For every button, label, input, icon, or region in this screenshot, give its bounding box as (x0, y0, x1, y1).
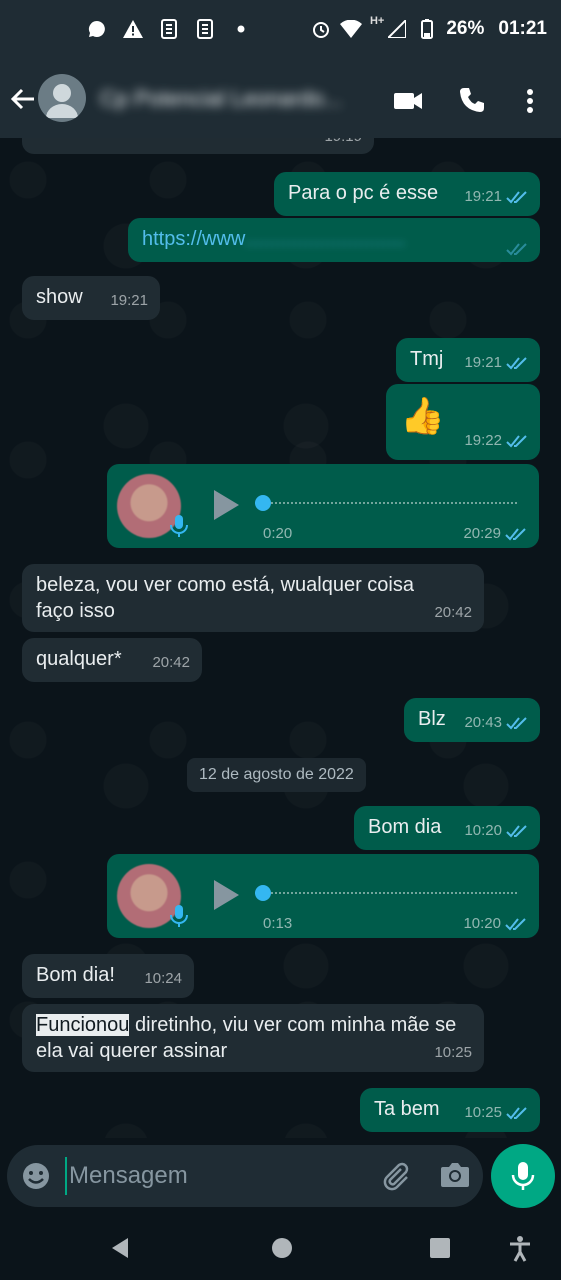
message-incoming[interactable]: Bom dia! 10:24 (22, 954, 194, 998)
audio-progress-track[interactable] (255, 502, 517, 504)
notification-icons (86, 18, 252, 40)
blurred-link-text: ............................. (244, 228, 406, 250)
warning-icon (122, 18, 144, 40)
message-text: show (36, 286, 83, 308)
system-nav-bar (0, 1214, 561, 1280)
voice-message[interactable]: 0:20 20:29 (107, 464, 539, 548)
message-incoming[interactable]: Funcionou diretinho, viu ver com minha m… (22, 1004, 484, 1072)
system-icons: H+ 26% 01:21 (310, 15, 547, 40)
message-composer (7, 1145, 483, 1207)
attach-icon[interactable] (381, 1161, 411, 1191)
date-separator: 12 de agosto de 2022 (187, 758, 366, 792)
message-time: 19:22 (464, 428, 528, 454)
read-ticks-icon (506, 717, 527, 730)
read-ticks-icon (505, 527, 526, 540)
signal-icon (386, 18, 408, 40)
read-ticks-icon (506, 191, 527, 204)
message-outgoing[interactable]: Para o pc é esse 19:21 (274, 172, 540, 216)
message-time: 10:20 (463, 915, 527, 932)
read-ticks-icon (506, 1107, 527, 1120)
message-text: Blz (418, 708, 446, 730)
voice-record-button[interactable] (491, 1144, 555, 1208)
avatar[interactable] (38, 74, 86, 122)
play-icon[interactable] (211, 488, 241, 522)
wifi-icon (339, 18, 362, 40)
message-time: 19:21 (464, 184, 528, 210)
mic-icon (169, 904, 189, 928)
mic-icon (511, 1162, 535, 1190)
audio-progress-track[interactable] (255, 892, 517, 894)
app-notification-icon (194, 18, 216, 40)
camera-icon[interactable] (439, 1161, 471, 1191)
audio-duration: 0:20 (263, 525, 293, 542)
message-text: Tmj (410, 348, 444, 370)
status-bar: H+ 26% 01:21 (0, 0, 561, 62)
message-text: beleza, vou ver como está, wualquer cois… (36, 574, 414, 622)
voice-message[interactable]: 0:13 10:20 (107, 854, 539, 938)
audio-duration: 0:13 (263, 915, 293, 932)
chat-header: Cp Potencial Leonardo... (0, 62, 561, 138)
thumbs-up-emoji: 👍 (400, 395, 445, 436)
nav-home-icon[interactable] (270, 1236, 294, 1260)
audio-seek-knob[interactable] (255, 495, 271, 511)
message-time: 19:19 (324, 138, 362, 150)
message-input[interactable] (65, 1157, 365, 1195)
message-time: 20:42 (152, 654, 190, 671)
message-time: 20:29 (463, 525, 527, 542)
contact-name[interactable]: Cp Potencial Leonardo... (100, 86, 370, 112)
message-incoming[interactable]: show 19:21 (22, 276, 160, 320)
message-incoming[interactable]: qualquer* 20:42 (22, 638, 202, 682)
message-outgoing-link[interactable]: https://www............................. (128, 218, 540, 262)
message-incoming[interactable]: 19:19 (22, 138, 374, 154)
message-time: 10:25 (464, 1100, 528, 1126)
message-text: Para o pc é esse (288, 182, 439, 204)
video-call-icon[interactable] (392, 86, 422, 116)
app-notification-icon (158, 18, 180, 40)
emoji-icon[interactable] (21, 1161, 51, 1191)
message-link[interactable]: https://www (142, 228, 244, 250)
nav-recents-icon[interactable] (428, 1236, 452, 1260)
mic-icon (169, 514, 189, 538)
message-time: 19:21 (110, 292, 148, 309)
message-time: 20:42 (434, 604, 472, 621)
message-text: qualquer* (36, 648, 122, 670)
read-ticks-icon (506, 357, 527, 370)
whatsapp-notification-icon (86, 18, 108, 40)
dot-icon (230, 18, 252, 40)
message-outgoing-emoji[interactable]: 👍 19:22 (386, 384, 540, 460)
battery-percent: 26% (446, 18, 485, 39)
read-ticks-icon (506, 243, 527, 256)
message-time: 20:43 (464, 710, 528, 736)
selected-text: Funcionou (36, 1014, 130, 1036)
more-vert-icon[interactable] (518, 86, 548, 116)
read-ticks-icon (505, 917, 526, 930)
message-text: Funcionou diretinho, viu ver com minha m… (36, 1014, 457, 1062)
message-time (506, 242, 528, 256)
message-outgoing[interactable]: Blz 20:43 (404, 698, 540, 742)
back-arrow-icon[interactable] (8, 84, 38, 114)
message-time: 10:25 (434, 1044, 472, 1061)
network-type: H+ (369, 15, 385, 27)
read-ticks-icon (506, 435, 527, 448)
phone-icon[interactable] (458, 86, 488, 116)
alarm-icon (310, 18, 332, 40)
accessibility-icon[interactable] (508, 1236, 532, 1262)
message-text: Ta bem (374, 1098, 440, 1120)
message-text: Bom dia (368, 816, 442, 838)
audio-seek-knob[interactable] (255, 885, 271, 901)
message-time: 10:24 (144, 970, 182, 987)
battery-icon (416, 18, 438, 40)
chat-area[interactable]: 19:19 Para o pc é esse 19:21 https://www… (0, 138, 561, 1138)
message-text: Bom dia! (36, 964, 115, 986)
message-outgoing[interactable]: Ta bem 10:25 (360, 1088, 540, 1132)
read-ticks-icon (506, 825, 527, 838)
message-outgoing[interactable]: Bom dia 10:20 (354, 806, 540, 850)
play-icon[interactable] (211, 878, 241, 912)
message-time: 10:20 (464, 818, 528, 844)
message-outgoing[interactable]: Tmj 19:21 (396, 338, 540, 382)
message-incoming[interactable]: beleza, vou ver como está, wualquer cois… (22, 564, 484, 632)
message-time: 19:21 (464, 350, 528, 376)
nav-back-icon[interactable] (108, 1236, 132, 1260)
clock: 01:21 (498, 18, 547, 39)
